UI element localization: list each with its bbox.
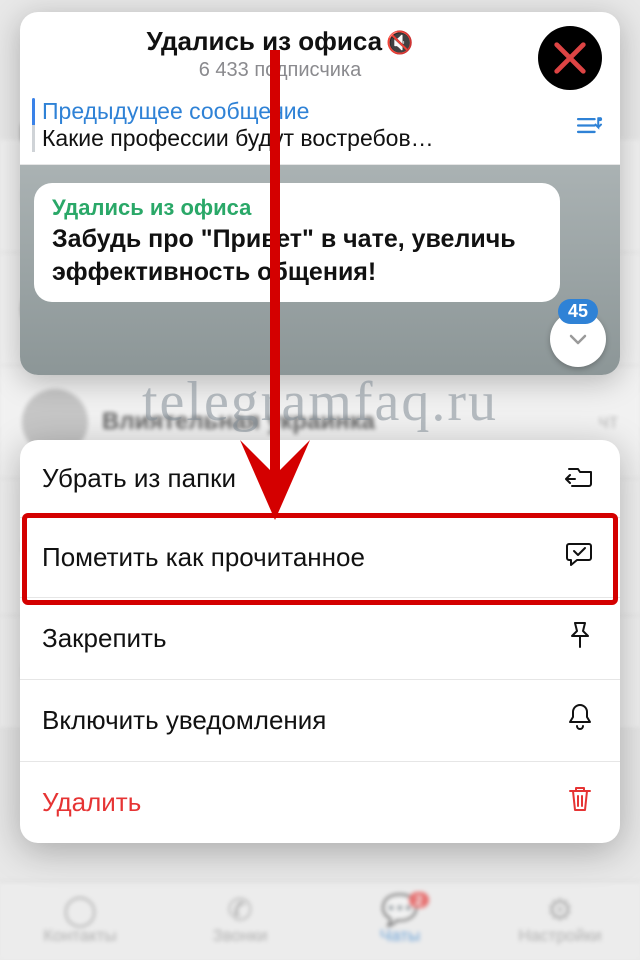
preview-body: Удались из офиса Забудь про "Привет" в ч… — [20, 165, 620, 375]
chat-check-icon — [562, 540, 598, 575]
folder-out-icon — [562, 462, 598, 495]
preview-header[interactable]: Удались из офиса🔇 6 433 подписчика — [20, 12, 620, 92]
unread-badge: 45 — [558, 299, 598, 324]
x-mark-icon — [551, 39, 589, 77]
pin-icon — [562, 620, 598, 657]
message-sender: Удались из офиса — [52, 195, 542, 221]
menu-label: Включить уведомления — [42, 705, 326, 736]
menu-item-enable-notifications[interactable]: Включить уведомления — [20, 680, 620, 762]
channel-avatar — [538, 26, 602, 90]
menu-item-pin[interactable]: Закрепить — [20, 598, 620, 680]
pinned-message[interactable]: Предыдущее сообщение Какие профессии буд… — [20, 92, 620, 165]
menu-item-remove-folder[interactable]: Убрать из папки — [20, 440, 620, 518]
chevron-down-icon — [566, 327, 590, 351]
app-root: Все хотели менять свою жи… Удались из оф… — [0, 0, 640, 960]
menu-label: Пометить как прочитанное — [42, 542, 365, 573]
bell-icon — [562, 702, 598, 739]
chat-preview-card[interactable]: Удались из офиса🔇 6 433 подписчика Преды… — [20, 12, 620, 375]
menu-label: Закрепить — [42, 623, 167, 654]
muted-icon: 🔇 — [386, 30, 413, 55]
menu-item-delete[interactable]: Удалить — [20, 762, 620, 843]
menu-label: Убрать из папки — [42, 463, 236, 494]
pin-accent-bar — [32, 98, 35, 152]
pinned-label: Предыдущее сообщение — [42, 98, 556, 125]
message-bubble[interactable]: Удались из офиса Забудь про "Привет" в ч… — [34, 183, 560, 302]
preview-subscribers: 6 433 подписчика — [40, 59, 520, 82]
message-text: Забудь про "Привет" в чате, увеличь эффе… — [52, 223, 542, 288]
pin-list-icon[interactable] — [576, 113, 604, 144]
menu-label: Удалить — [42, 787, 141, 818]
pinned-text: Какие профессии будут востребов… — [42, 125, 556, 152]
scroll-down-button[interactable]: 45 — [550, 311, 606, 367]
trash-icon — [562, 784, 598, 821]
context-menu: Убрать из папки Пометить как прочитанное… — [20, 440, 620, 843]
menu-item-mark-read[interactable]: Пометить как прочитанное — [20, 518, 620, 598]
preview-title: Удались из офиса — [146, 26, 382, 56]
